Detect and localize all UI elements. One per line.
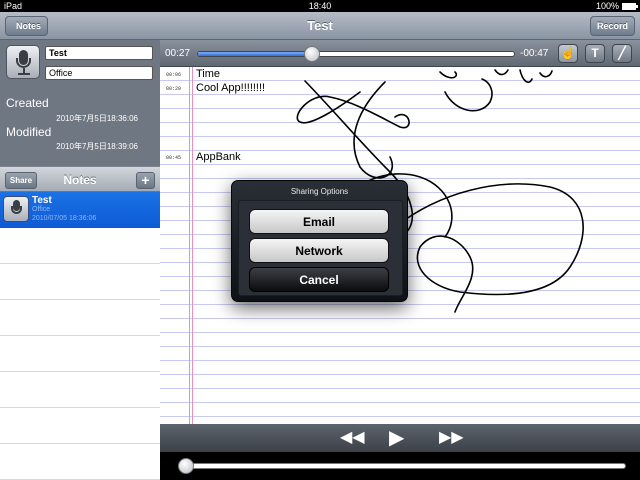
- note-name-field[interactable]: Test: [45, 46, 153, 60]
- player-toolbar: 00:27 -00:47 ☝ T ╱: [160, 40, 640, 67]
- elapsed-time: 00:27: [165, 48, 191, 59]
- play-button[interactable]: ▶: [389, 428, 404, 448]
- hand-tool-button[interactable]: ☝: [558, 44, 578, 63]
- microphone-icon: [6, 45, 40, 79]
- sketch-stroke: [296, 91, 410, 129]
- sidebar: Test Office Created 2010年7月5日18:36:06 Mo…: [0, 40, 160, 480]
- back-button[interactable]: Notes: [5, 16, 49, 36]
- sketch-stroke: [439, 71, 493, 112]
- status-bar: iPad 18:40 100%: [0, 0, 640, 12]
- sketch-stroke: [394, 183, 584, 313]
- navigation-bar: Test Notes Record: [0, 12, 640, 40]
- battery-icon: [622, 2, 638, 10]
- share-button[interactable]: Share: [5, 172, 37, 189]
- fast-forward-icon: ▶▶: [439, 429, 464, 446]
- rewind-button[interactable]: ◀◀: [340, 428, 365, 448]
- record-button[interactable]: Record: [589, 16, 635, 36]
- playback-scrubber[interactable]: [197, 46, 515, 62]
- list-item-subtitle: Office: [32, 206, 51, 213]
- page-title: Test: [307, 18, 333, 33]
- add-note-button[interactable]: +: [136, 172, 155, 189]
- created-label: Created: [6, 96, 49, 110]
- microphone-icon: [3, 196, 29, 222]
- pen-tool-icon: ╱: [618, 46, 626, 60]
- network-button[interactable]: Network: [249, 238, 389, 263]
- rewind-icon: ◀◀: [340, 429, 365, 446]
- text-tool-button[interactable]: T: [585, 44, 605, 63]
- note-info-panel: Test Office Created 2010年7月5日18:36:06 Mo…: [0, 40, 160, 166]
- scrubber-knob[interactable]: [303, 46, 320, 62]
- sharing-options-popover: Sharing Options Email Network Cancel: [231, 180, 408, 302]
- list-item[interactable]: Test Office 2010/07/05 18:36:06: [0, 192, 160, 228]
- text-tool-icon: T: [591, 46, 599, 60]
- pen-tool-button[interactable]: ╱: [612, 44, 632, 63]
- remaining-time: -00:47: [520, 48, 549, 59]
- cancel-button[interactable]: Cancel: [249, 267, 389, 292]
- notes-toolbar: Notes Share +: [0, 166, 160, 192]
- created-value: 2010年7月5日18:36:06: [56, 114, 138, 123]
- modified-label: Modified: [6, 125, 52, 139]
- notes-list: Test Office 2010/07/05 18:36:06: [0, 192, 160, 480]
- play-icon: ▶: [389, 427, 405, 449]
- hand-tool-icon: ☝: [560, 46, 576, 60]
- note-place-field[interactable]: Office: [45, 66, 153, 80]
- status-time: 18:40: [308, 1, 332, 11]
- sketch-stroke: [353, 81, 393, 179]
- list-item-date: 2010/07/05 18:36:06: [32, 215, 97, 222]
- list-item-title: Test: [32, 195, 52, 206]
- battery-percent: 100%: [595, 1, 619, 11]
- position-slider[interactable]: [178, 463, 626, 469]
- sketch-stroke: [494, 69, 553, 84]
- transport-bar: ◀◀ ▶ ▶▶: [160, 424, 640, 452]
- popover-title: Sharing Options: [290, 187, 349, 196]
- modified-value: 2010年7月5日18:39:06: [56, 142, 138, 151]
- position-bar: [160, 452, 640, 480]
- fast-forward-button[interactable]: ▶▶: [439, 428, 464, 448]
- app-window: iPad 18:40 100% Test Notes Record Test O…: [0, 0, 640, 480]
- scrubber-fill: [198, 52, 312, 56]
- position-slider-knob[interactable]: [178, 458, 194, 474]
- email-button[interactable]: Email: [249, 209, 389, 234]
